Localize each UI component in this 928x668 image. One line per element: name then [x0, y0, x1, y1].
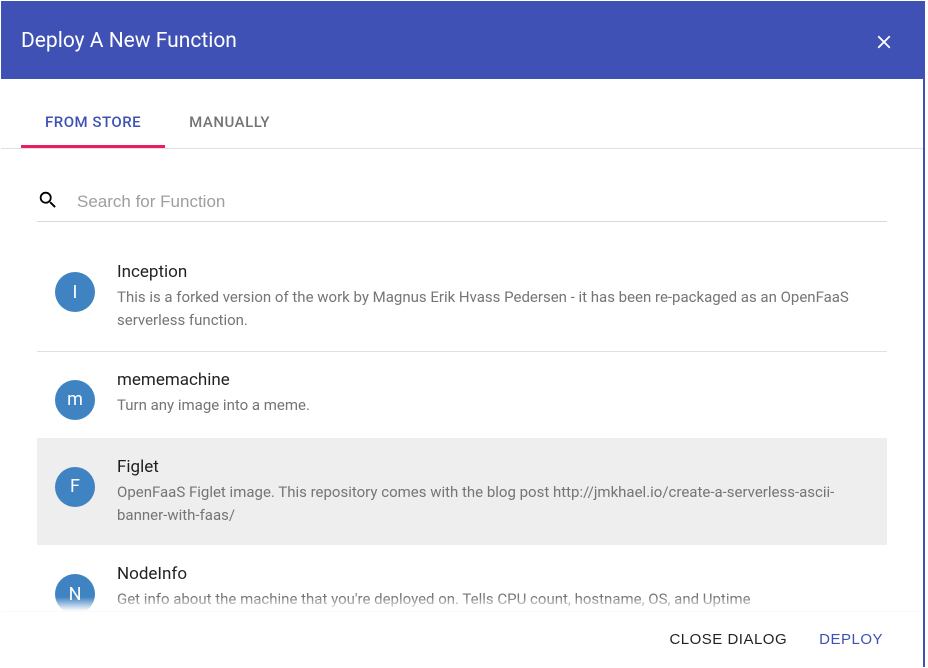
list-item-body: Inception This is a forked version of th…	[117, 262, 869, 333]
close-icon[interactable]	[873, 31, 895, 57]
avatar: m	[55, 380, 95, 420]
close-button[interactable]: CLOSE DIALOG	[653, 621, 803, 658]
list-item-desc: This is a forked version of the work by …	[117, 286, 869, 333]
list-item-body: NodeInfo Get info about the machine that…	[117, 564, 869, 611]
avatar: N	[55, 574, 95, 614]
avatar: I	[55, 272, 95, 312]
list-item-body: Figlet OpenFaaS Figlet image. This repos…	[117, 457, 869, 528]
list-item[interactable]: I Inception This is a forked version of …	[37, 244, 887, 351]
dialog-header: Deploy A New Function	[1, 3, 923, 79]
deploy-dialog: Deploy A New Function FROM STORE MANUALL…	[1, 1, 925, 667]
function-list: I Inception This is a forked version of …	[37, 244, 887, 632]
list-item[interactable]: m mememachine Turn any image into a meme…	[37, 351, 887, 438]
deploy-button[interactable]: DEPLOY	[803, 621, 899, 658]
list-item-title: NodeInfo	[117, 564, 869, 584]
list-item[interactable]: F Figlet OpenFaaS Figlet image. This rep…	[37, 438, 887, 546]
list-item-desc: OpenFaaS Figlet image. This repository c…	[117, 481, 869, 528]
list-item-title: mememachine	[117, 370, 869, 390]
dialog-content: I Inception This is a forked version of …	[1, 149, 923, 667]
list-item-body: mememachine Turn any image into a meme.	[117, 370, 869, 417]
tab-manually[interactable]: MANUALLY	[165, 97, 294, 148]
list-item-title: Inception	[117, 262, 869, 282]
search-icon	[37, 189, 59, 215]
list-item-desc: Get info about the machine that you're d…	[117, 588, 869, 611]
search-input[interactable]	[77, 192, 887, 212]
tabs: FROM STORE MANUALLY	[1, 79, 923, 149]
search-row	[37, 189, 887, 222]
dialog-title: Deploy A New Function	[21, 29, 237, 53]
tab-from-store[interactable]: FROM STORE	[21, 97, 165, 148]
list-item-title: Figlet	[117, 457, 869, 477]
dialog-footer: CLOSE DIALOG DEPLOY	[1, 611, 923, 667]
avatar: F	[55, 467, 95, 507]
list-item-desc: Turn any image into a meme.	[117, 394, 869, 417]
